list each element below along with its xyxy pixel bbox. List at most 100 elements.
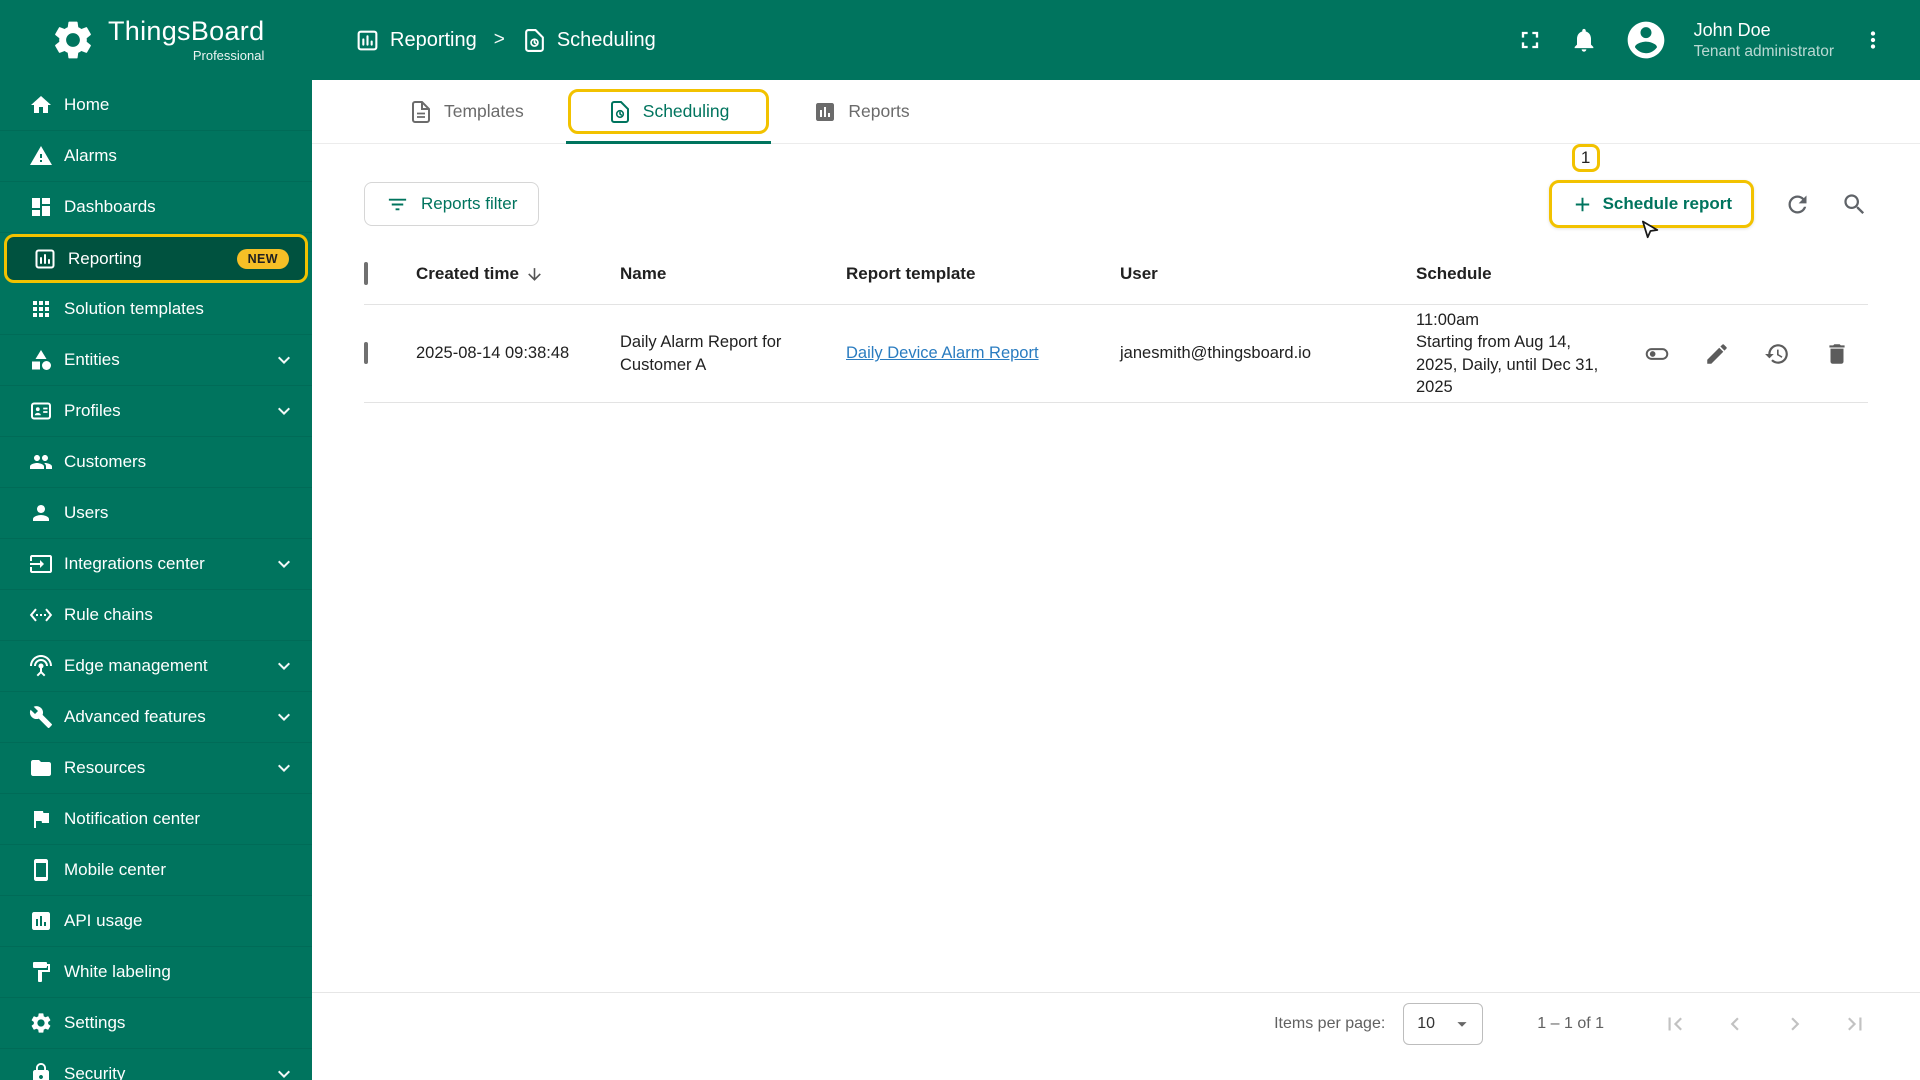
warning-icon [29,144,53,168]
sidebar-item-customers[interactable]: Customers [0,437,312,488]
tab-label: Reports [848,101,910,121]
edit-button[interactable] [1704,341,1730,367]
previous-page-button[interactable] [1722,1011,1748,1037]
sidebar-item-label: Edge management [64,656,208,675]
history-button[interactable] [1764,341,1790,367]
apps-icon [29,297,53,321]
sidebar-item-advanced-features[interactable]: Advanced features [0,692,312,743]
toggle-icon [1644,341,1670,367]
fullscreen-button[interactable] [1516,26,1544,54]
sidebar-item-rule-chains[interactable]: Rule chains [0,590,312,641]
brand: ThingsBoard Professional [0,16,312,63]
brand-name: ThingsBoard [108,16,265,47]
refresh-icon [1784,191,1811,218]
sidebar-item-label: Settings [64,1013,126,1032]
reports-filter-label: Reports filter [421,194,518,213]
sidebar-item-white-labeling[interactable]: White labeling [0,947,312,998]
sidebar-item-security[interactable]: Security [0,1049,312,1080]
more-menu-button[interactable] [1860,27,1886,53]
column-created-time[interactable]: Created time [416,263,620,286]
thingsboard-logo-icon [50,17,96,63]
tab-reports[interactable]: Reports [771,80,951,143]
sidebar-item-api-usage[interactable]: API usage [0,896,312,947]
tab-label: Templates [444,101,524,121]
sidebar-item-integrations-center[interactable]: Integrations center [0,539,312,590]
bar-chart-icon [29,909,53,933]
reports-filter-button[interactable]: Reports filter [364,182,540,226]
last-page-button[interactable] [1842,1011,1868,1037]
header-actions: John Doe Tenant administrator [1516,18,1920,62]
more-vert-icon [1860,27,1886,53]
chevron-down-icon [272,705,296,729]
fullscreen-icon [1516,26,1544,54]
dropdown-arrow-icon [1451,1013,1473,1035]
sidebar-item-label: Resources [64,758,146,777]
people-icon [29,450,53,474]
sidebar-item-label: Alarms [64,146,117,165]
page-size-value: 10 [1417,1014,1436,1032]
person-icon [29,501,53,525]
schedules-table: Created time Name Report template User S… [364,245,1868,403]
notifications-button[interactable] [1570,26,1598,54]
user-avatar[interactable] [1624,18,1668,62]
sidebar-item-notification-center[interactable]: Notification center [0,794,312,845]
sidebar-item-dashboards[interactable]: Dashboards [0,182,312,233]
table-row[interactable]: 2025-08-14 09:38:48 Daily Alarm Report f… [364,305,1868,403]
badge-icon [29,399,53,423]
sidebar-item-home[interactable]: Home [0,80,312,131]
page-size-select[interactable]: 10 [1403,1002,1484,1045]
search-button[interactable] [1841,191,1868,218]
sidebar-item-label: Mobile center [64,860,167,879]
sidebar-item-solution-templates[interactable]: Solution templates [0,284,312,335]
refresh-button[interactable] [1784,191,1811,218]
sidebar-item-label: Notification center [64,809,201,828]
tab-templates[interactable]: Templates [367,80,566,143]
column-user[interactable]: User [1120,263,1416,286]
sidebar-item-reporting[interactable]: Reporting NEW [4,234,308,283]
settings-ethernet-icon [29,603,53,627]
sidebar-item-label: Home [64,95,110,114]
cell-user: janesmith@thingsboard.io [1120,344,1312,363]
column-report-template[interactable]: Report template [846,263,1120,286]
sidebar-item-settings[interactable]: Settings [0,998,312,1049]
chevron-down-icon [272,348,296,372]
column-schedule[interactable]: Schedule [1416,263,1620,286]
breadcrumb-scheduling[interactable]: Scheduling [522,28,656,53]
user-name: John Doe [1693,20,1771,41]
sidebar-item-edge-management[interactable]: Edge management [0,641,312,692]
sidebar-item-users[interactable]: Users [0,488,312,539]
row-checkbox[interactable] [364,342,368,365]
next-page-button[interactable] [1782,1011,1808,1037]
tools-icon [29,705,53,729]
tab-scheduling[interactable]: Scheduling [565,80,772,144]
sidebar-item-alarms[interactable]: Alarms [0,131,312,182]
cell-created-time: 2025-08-14 09:38:48 [416,344,570,363]
reporting-icon [355,28,380,53]
sidebar-item-mobile-center[interactable]: Mobile center [0,845,312,896]
toolbar-right: 1 Schedule report [1548,144,1868,228]
brand-subtitle: Professional [192,47,265,63]
chevron-right-icon [1782,1011,1808,1037]
sidebar-item-label: Integrations center [64,554,205,573]
home-icon [29,93,53,117]
paginator: Items per page: 10 1 – 1 of 1 [312,992,1920,1054]
sidebar-item-label: Dashboards [64,197,156,216]
chevron-down-icon [272,1062,296,1080]
column-name[interactable]: Name [620,263,846,286]
first-page-button[interactable] [1662,1011,1688,1037]
sidebar-item-profiles[interactable]: Profiles [0,386,312,437]
sidebar-item-entities[interactable]: Entities [0,335,312,386]
select-all-checkbox[interactable] [364,262,368,286]
sidebar-item-resources[interactable]: Resources [0,743,312,794]
report-template-link[interactable]: Daily Device Alarm Report [846,344,1039,362]
delete-button[interactable] [1824,341,1850,367]
sidebar-item-label: Entities [64,350,120,369]
breadcrumb-reporting[interactable]: Reporting [355,28,477,53]
toolbar: Reports filter 1 Schedule report [364,144,1868,228]
paginator-nav [1662,1011,1868,1037]
report-chart-icon [33,247,57,271]
smartphone-icon [29,858,53,882]
folder-icon [29,756,53,780]
schedule-report-label: Schedule report [1602,194,1732,213]
toggle-enabled-button[interactable] [1644,341,1670,367]
